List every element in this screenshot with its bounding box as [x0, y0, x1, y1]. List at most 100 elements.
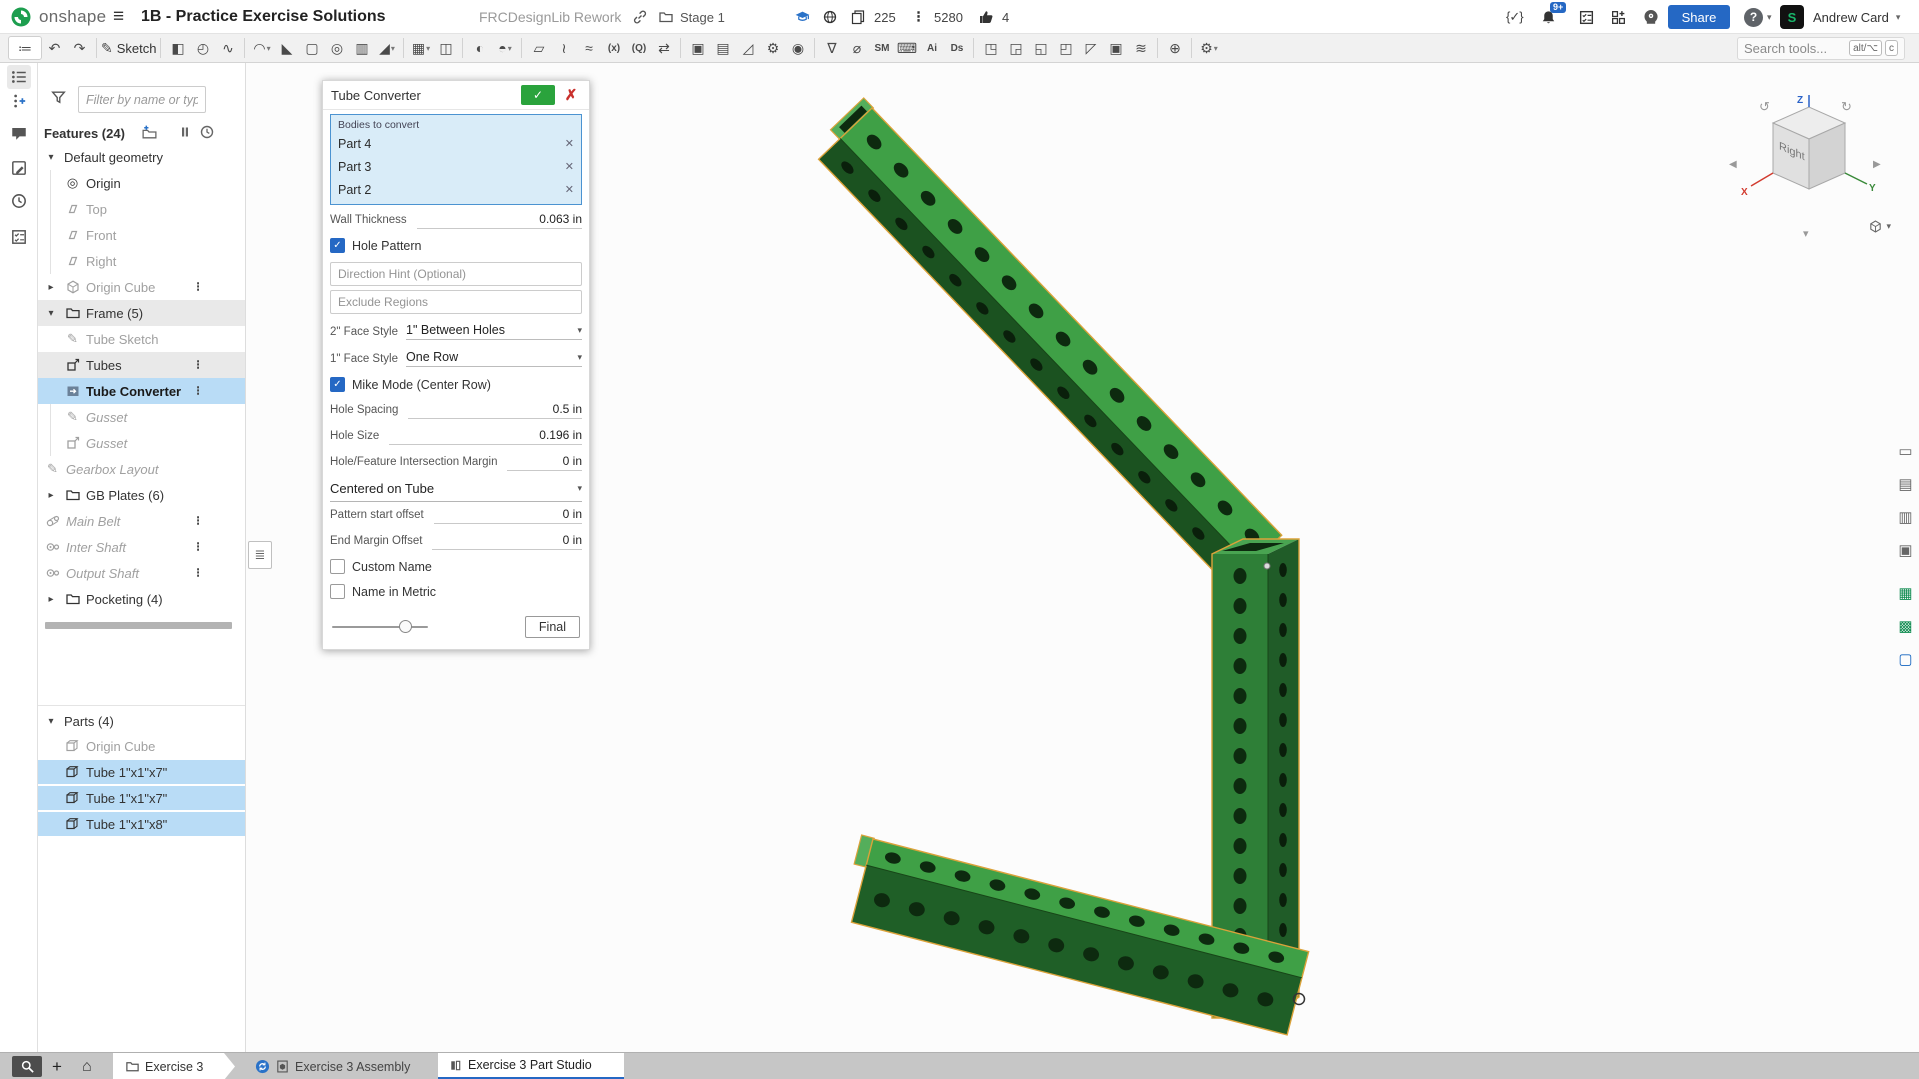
field-value[interactable]: 0.5 in	[408, 402, 582, 419]
feature-menu-dots[interactable]: ⁝	[196, 539, 199, 555]
fillet-tool[interactable]: ◠▾	[249, 36, 274, 60]
curve-tool[interactable]: ≈	[576, 36, 601, 60]
shell-tool[interactable]: ▢	[299, 36, 324, 60]
body-item-part-3[interactable]: Part 3✕	[331, 155, 581, 178]
feature-menu-dots[interactable]: ⁝	[196, 279, 199, 295]
feature-item-origin-cube[interactable]: ▸Origin Cube⁝	[38, 274, 245, 300]
feature-item-gb-plates-6-[interactable]: ▸GB Plates (6)	[38, 482, 245, 508]
ai-tool-tool[interactable]: Ai	[919, 36, 944, 60]
cancel-button[interactable]: ✗	[561, 85, 581, 105]
feature-item-gusset[interactable]: Gusset	[38, 430, 245, 456]
feature-menu-dots[interactable]: ⁝	[196, 357, 199, 373]
new-folder-icon[interactable]	[141, 124, 158, 141]
part-item-tube-1-x1-x7-[interactable]: Tube 1"x1"x7"	[38, 786, 245, 810]
comments-panel-icon[interactable]	[7, 121, 31, 145]
hole-tool[interactable]: ◎	[324, 36, 349, 60]
chevron-down-icon[interactable]: ▾	[44, 152, 58, 163]
feature-list-panel-icon[interactable]	[7, 65, 31, 89]
copies-icon[interactable]	[850, 0, 866, 34]
surface-tool[interactable]: ▤	[710, 36, 735, 60]
body-item-part-2[interactable]: Part 2✕	[331, 178, 581, 201]
select-2-face-style[interactable]: 2" Face Style1" Between Holes▾	[330, 318, 582, 345]
sheet-metal-tool[interactable]: SM	[869, 36, 894, 60]
layout-panel-icon[interactable]: ▢	[1893, 646, 1918, 671]
chevron-down-icon[interactable]: ▾	[44, 308, 58, 319]
checkbox-mike-mode-center-row-[interactable]: ✓Mike Mode (Center Row)	[330, 372, 582, 397]
feature-item-default-geometry[interactable]: ▾Default geometry	[38, 144, 245, 170]
extrude-tool[interactable]: ◧	[165, 36, 190, 60]
avatar[interactable]: S	[1780, 0, 1804, 34]
filter-tool[interactable]: ∇	[819, 36, 844, 60]
feature-item-origin[interactable]: ◎Origin	[38, 170, 245, 196]
feature-item-gusset[interactable]: ✎Gusset	[38, 404, 245, 430]
home-tab-button[interactable]: ⌂	[82, 1053, 92, 1079]
remove-body-icon[interactable]: ✕	[565, 137, 574, 150]
learning-center-icon[interactable]	[1642, 0, 1660, 34]
user-menu[interactable]: Andrew Card▾	[1813, 0, 1900, 34]
undo-tool[interactable]: ↶	[42, 36, 67, 60]
redo-tool[interactable]: ↷	[67, 36, 92, 60]
feature-item-output-shaft[interactable]: Output Shaft⁝	[38, 560, 245, 586]
tasks-icon[interactable]	[1578, 0, 1595, 34]
share-button[interactable]: Share	[1668, 5, 1730, 29]
feature-item-tubes[interactable]: Tubes⁝	[38, 352, 245, 378]
split-tool[interactable]: ◓▾	[492, 36, 517, 60]
configuration-panel-icon[interactable]: ▩	[1893, 613, 1918, 638]
checkbox-name-in-metric[interactable]: Name in Metric	[330, 579, 582, 604]
likes-icon[interactable]	[978, 0, 994, 34]
feature-item-right[interactable]: Right	[38, 248, 245, 274]
appearance-panel-icon[interactable]: ▦	[1893, 580, 1918, 605]
field-value[interactable]: 0 in	[507, 454, 582, 471]
public-icon[interactable]	[822, 0, 838, 34]
checkbox-box[interactable]: ✓	[330, 238, 345, 253]
history-icon[interactable]	[199, 124, 215, 140]
transform-tool[interactable]: ⇄	[651, 36, 676, 60]
custom-tables-panel-icon[interactable]	[7, 156, 31, 180]
rib-tool[interactable]: ▥	[349, 36, 374, 60]
part-context-tool[interactable]: ▣	[685, 36, 710, 60]
flange-tool[interactable]: ◳	[978, 36, 1003, 60]
feature-item-pocketing-4-[interactable]: ▸Pocketing (4)	[38, 586, 245, 612]
mate-check-tool[interactable]: ▣	[1103, 36, 1128, 60]
bom-panel-icon[interactable]	[7, 225, 31, 249]
chamfer-tool[interactable]: ◣	[274, 36, 299, 60]
isolate-tool-icon[interactable]: ▭	[1893, 438, 1918, 463]
notifications-bell-icon[interactable]: 9+	[1540, 0, 1557, 34]
selection-flyout-button[interactable]: ≣	[248, 541, 272, 569]
chevron-right-icon[interactable]: ▸	[44, 282, 58, 293]
search-tabs-button[interactable]	[12, 1056, 42, 1077]
view-cube[interactable]: Right X Y Z ↺ ↻ ◀ ▶ ▾	[1721, 85, 1891, 253]
parts-header[interactable]: ▾ Parts (4)	[38, 708, 245, 734]
sweep-tool[interactable]: ∿	[215, 36, 240, 60]
part-item-tube-1-x1-x8-[interactable]: Tube 1"x1"x8"	[38, 812, 245, 836]
revolve-tool[interactable]: ◴	[190, 36, 215, 60]
checkbox-hole-pattern[interactable]: ✓Hole Pattern	[330, 233, 582, 258]
feature-item-top[interactable]: Top	[38, 196, 245, 222]
field-value[interactable]: 0.196 in	[389, 428, 582, 445]
toggle-feature-list-tool[interactable]: ≔	[8, 36, 42, 60]
chevron-right-icon[interactable]: ▸	[44, 594, 58, 605]
feature-menu-dots[interactable]: ⁝	[196, 383, 199, 399]
remove-body-icon[interactable]: ✕	[565, 183, 574, 196]
corner-tool[interactable]: ◸	[1078, 36, 1103, 60]
remove-face-tool[interactable]: ◱	[1028, 36, 1053, 60]
add-tab-button[interactable]: +	[52, 1053, 62, 1079]
linear-pattern-tool[interactable]: ▦▾	[408, 36, 433, 60]
configurations-panel-icon[interactable]	[7, 89, 31, 113]
annotations-icon[interactable]: ▣	[1893, 537, 1918, 562]
plane-tool[interactable]: ▱	[526, 36, 551, 60]
project-curve-tool[interactable]: ◿	[735, 36, 760, 60]
feature-item-main-belt[interactable]: Main Belt⁝	[38, 508, 245, 534]
field-value[interactable]: 0.063 in	[417, 212, 582, 229]
checkbox-custom-name[interactable]: Custom Name	[330, 554, 582, 579]
link-icon[interactable]	[632, 0, 648, 34]
filter-icon[interactable]	[50, 89, 67, 106]
input-exclude-regions[interactable]: Exclude Regions	[330, 290, 582, 314]
feature-item-inter-shaft[interactable]: Inter Shaft⁝	[38, 534, 245, 560]
helix-tool[interactable]: ≀	[551, 36, 576, 60]
filter-input[interactable]: Filter by name or type	[78, 86, 206, 113]
feature-item-gearbox-layout[interactable]: ✎Gearbox Layout	[38, 456, 245, 482]
feature-item-front[interactable]: Front	[38, 222, 245, 248]
custom-features-tool[interactable]: ⚙▾	[1196, 36, 1221, 60]
body-item-part-4[interactable]: Part 4✕	[331, 132, 581, 155]
